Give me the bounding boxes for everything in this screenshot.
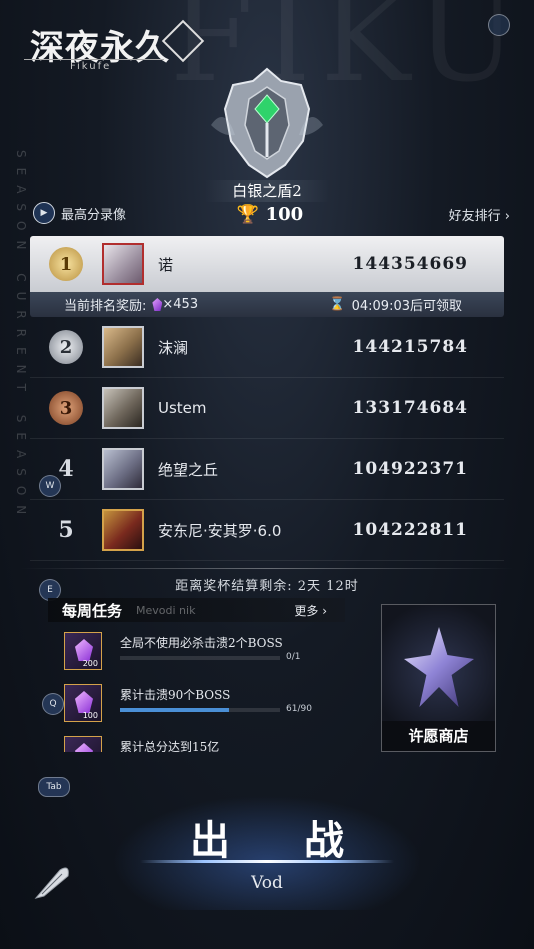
weekly-tasks-header: 每周任务 Mevodi nik 更多 › [48, 598, 345, 622]
reward-amount: ×453 [162, 297, 199, 312]
friends-ranking-button[interactable]: 好友排行 › [449, 205, 510, 224]
task-reward-icon: 200 [64, 632, 102, 670]
key-hint-q[interactable]: Q [42, 693, 64, 715]
reward-qty: 200 [82, 659, 98, 668]
rank-number: 5 [58, 517, 74, 543]
chevron-right-icon: › [322, 603, 327, 618]
leaderboard-row[interactable]: 3 Ustem 133174684 [30, 378, 504, 439]
gem-icon [152, 298, 163, 311]
player-name: 沫澜 [158, 338, 189, 357]
battle-sublabel: Vod [251, 873, 283, 893]
weekly-task-item[interactable]: 100 累计击溃90个BOSS 61/90 [64, 684, 312, 724]
key-hint-tab[interactable]: Tab [38, 777, 70, 797]
logo-underline [24, 59, 164, 60]
key-hint-w[interactable]: W [39, 475, 61, 497]
trophy-icon: 🏆 [236, 204, 260, 225]
replay-label: 最高分录像 [61, 207, 127, 223]
hourglass-icon: ⌛ [329, 297, 346, 312]
trophy-value: 100 [265, 204, 304, 225]
task-reward-icon: 100 [64, 684, 102, 722]
weekly-tasks-subtitle: Mevodi nik [136, 603, 196, 617]
rank-badge: 1 [30, 247, 102, 281]
player-score: 144354669 [352, 254, 468, 274]
task-name: 全局不使用必杀击溃2个BOSS [120, 636, 283, 650]
game-logo-subtitle: Fikufe [70, 61, 112, 72]
wish-shop-label: 许愿商店 [382, 721, 495, 751]
bronze-medal-icon: 3 [49, 391, 83, 425]
leaderboard-row[interactable]: 5 安东尼·安其罗·6.0 104222811 [30, 500, 504, 561]
task-progress-text: 0/1 [286, 652, 301, 662]
weekly-task-item[interactable]: 200 全局不使用必杀击溃2个BOSS 0/1 [64, 632, 300, 672]
quill-icon[interactable] [30, 860, 74, 904]
section-divider [20, 568, 514, 569]
notification-dot-icon[interactable] [488, 14, 510, 36]
player-name: 诺 [158, 255, 174, 274]
avatar[interactable] [102, 509, 144, 551]
gem-icon [75, 691, 93, 713]
avatar[interactable] [102, 243, 144, 285]
player-name: Ustem [158, 399, 207, 417]
reward-time: 04:09:03后可领取 [351, 299, 462, 314]
trophy-count: 🏆 100 [230, 204, 310, 225]
task-progress-fill [120, 708, 229, 712]
more-label: 更多 [294, 603, 319, 618]
trophy-settlement-countdown: 距离奖杯结算剩余: 2天 12时 [175, 579, 359, 594]
player-name: 安东尼·安其罗·6.0 [158, 521, 282, 540]
player-name: 绝望之丘 [158, 460, 219, 479]
task-name: 累计总分达到15亿 [120, 740, 220, 752]
vertical-season-text: SEASON CURRENT SEASON [14, 150, 28, 525]
wish-shop-button[interactable]: 许愿商店 [381, 604, 496, 752]
gem-icon [75, 639, 93, 661]
leaderboard: 1 诺 144354669 当前排名奖励: ×453 ⌛ 04:09:03后可领… [30, 236, 504, 561]
weekly-tasks-title: 每周任务 [62, 601, 123, 620]
task-reward-icon [64, 736, 102, 752]
leaderboard-row[interactable]: 1 诺 144354669 [30, 236, 504, 292]
battle-button[interactable]: 出 战 [0, 808, 534, 866]
gem-icon [75, 743, 93, 752]
chevron-right-icon: › [504, 209, 510, 224]
player-score: 104222811 [352, 520, 468, 540]
task-name: 累计击溃90个BOSS [120, 688, 231, 702]
best-score-replay-button[interactable]: ▶ 最高分录像 [33, 202, 126, 224]
task-progress-bar [120, 656, 280, 660]
avatar[interactable] [102, 387, 144, 429]
crystal-icon [404, 627, 474, 707]
play-icon: ▶ [33, 202, 55, 224]
leaderboard-row[interactable]: 4 绝望之丘 104922371 [30, 439, 504, 500]
player-score: 144215784 [352, 337, 468, 357]
player-score: 104922371 [352, 459, 468, 479]
rank-tier-name: 白银之盾2 [205, 180, 329, 202]
weekly-task-item[interactable]: 累计总分达到15亿 [64, 736, 294, 752]
rank-badge: 2 [30, 330, 102, 364]
reward-label: 当前排名奖励: [64, 299, 147, 314]
friends-label: 好友排行 [448, 209, 501, 224]
task-progress-bar [120, 708, 280, 712]
avatar[interactable] [102, 448, 144, 490]
current-rank-reward: 当前排名奖励: ×453 ⌛ 04:09:03后可领取 [30, 292, 504, 317]
silver-medal-icon: 2 [49, 330, 83, 364]
leaderboard-row[interactable]: 2 沫澜 144215784 [30, 317, 504, 378]
task-progress-text: 61/90 [286, 704, 312, 714]
rank-emblem-icon [211, 67, 323, 179]
weekly-more-button[interactable]: 更多 › [294, 602, 327, 619]
avatar[interactable] [102, 326, 144, 368]
reward-qty: 100 [82, 711, 98, 720]
rank-badge: 3 [30, 391, 102, 425]
gold-medal-icon: 1 [49, 247, 83, 281]
player-score: 133174684 [352, 398, 468, 418]
